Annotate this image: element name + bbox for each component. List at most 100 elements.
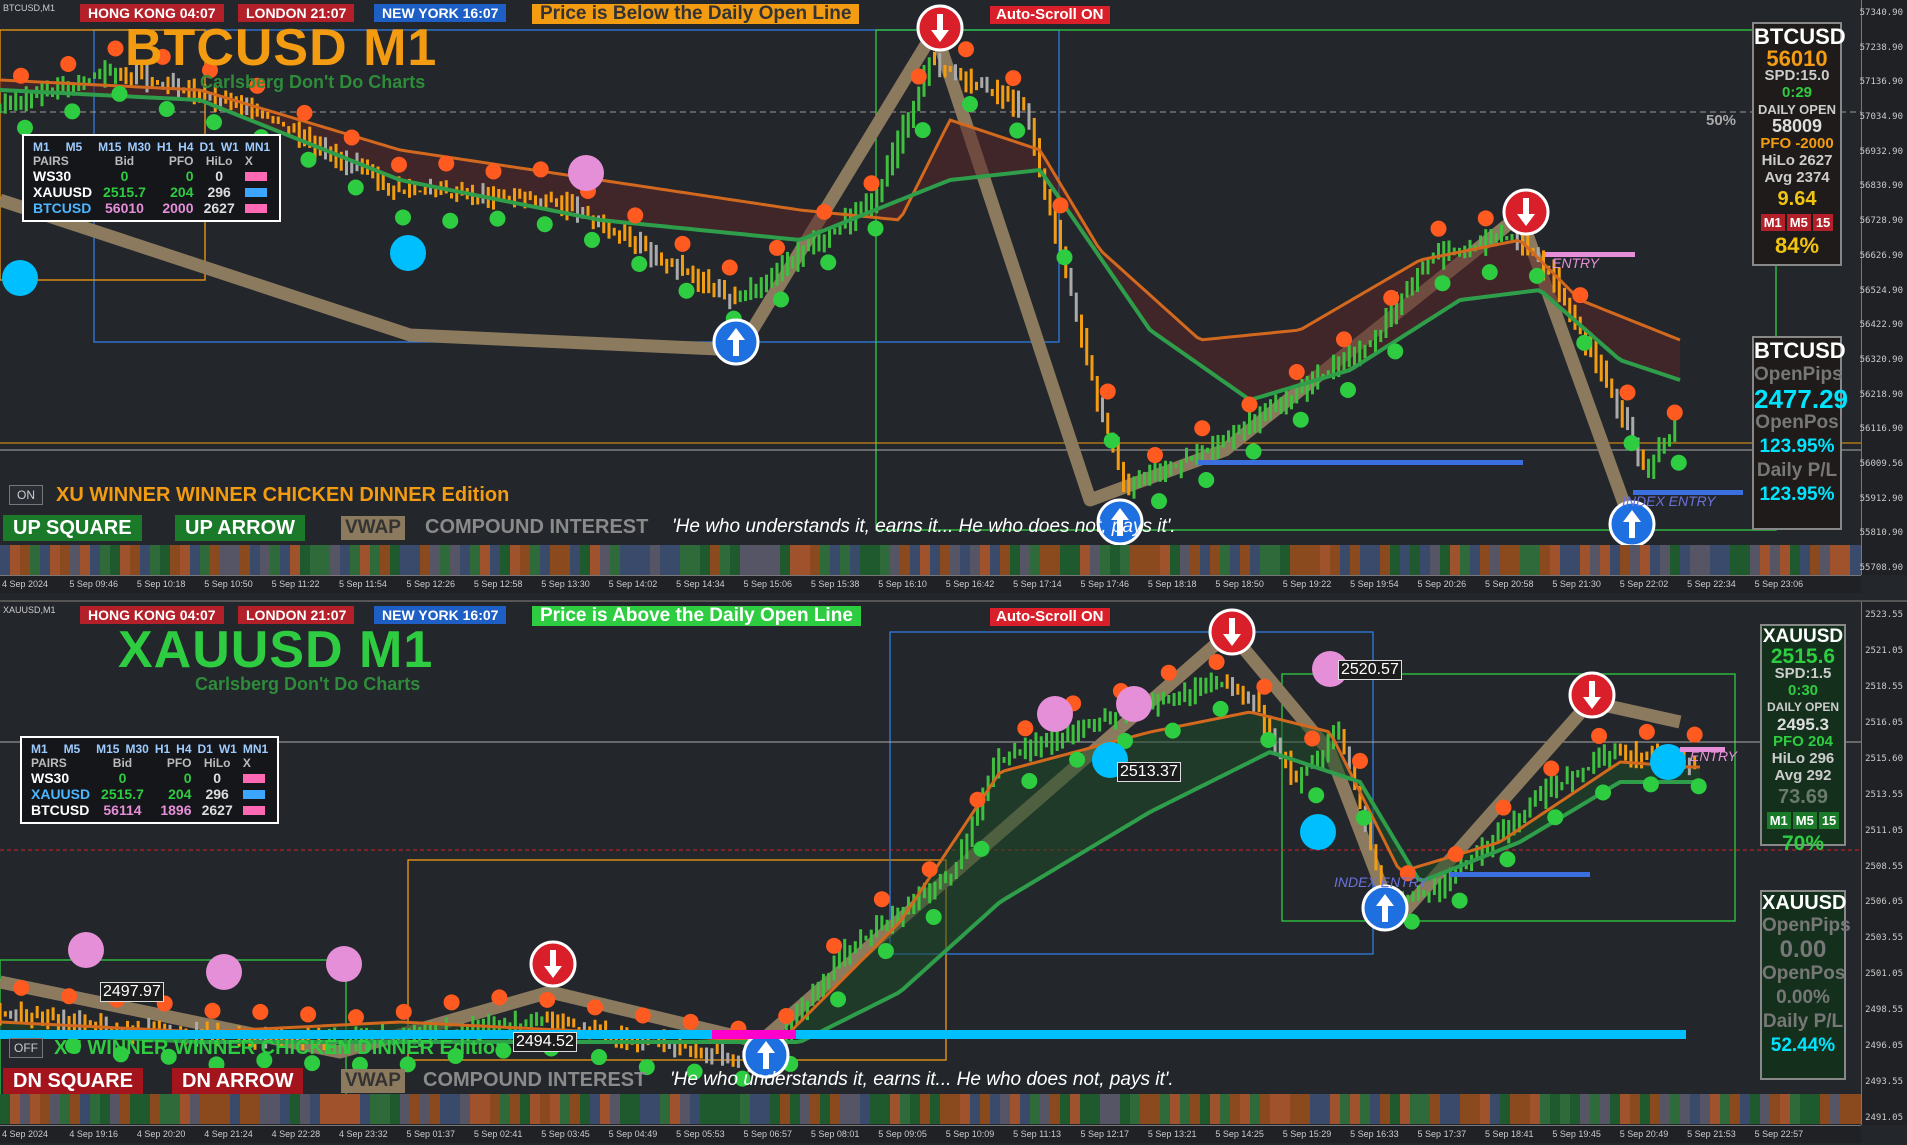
chart-symbol-tag: BTCUSD,M1 <box>3 3 56 13</box>
buy-dot <box>64 103 81 120</box>
price-label: 2513.37 <box>1117 762 1181 782</box>
tf-m30[interactable]: M30 <box>124 140 153 154</box>
tf-m5[interactable]: M5 <box>63 140 96 154</box>
price-tick-label: 56626.90 <box>1859 250 1903 261</box>
buy-dot <box>1164 722 1181 739</box>
tf-m5[interactable]: M5 <box>61 742 94 756</box>
time-tick-label: 5 Sep 22:34 <box>1687 579 1736 589</box>
table-row[interactable]: WS30 0 0 0 <box>30 168 273 184</box>
price-tick-label: 55810.90 <box>1859 528 1903 539</box>
heat-cell <box>1850 1094 1861 1124</box>
btcusd-heat-strip <box>0 545 1861 575</box>
sell-dot <box>863 175 880 192</box>
tf-m30[interactable]: M30 <box>122 742 151 756</box>
pink-signal <box>1116 686 1152 722</box>
autoscroll-button[interactable]: Auto-Scroll ON <box>990 608 1110 626</box>
tf-h1[interactable]: H1 <box>154 140 175 154</box>
daily-open-banner: Price is Above the Daily Open Line <box>532 606 861 626</box>
open-pos-label: OpenPos <box>1762 963 1846 984</box>
buy-dot <box>1642 776 1659 793</box>
dn-arrow-button[interactable]: DN ARROW <box>172 1068 304 1094</box>
price-label: 2497.97 <box>100 982 164 1002</box>
tf-h4[interactable]: H4 <box>173 742 194 756</box>
time-tick-label: 5 Sep 14:34 <box>676 579 725 589</box>
time-tick-label: 5 Sep 06:57 <box>743 1129 793 1139</box>
buy-dot <box>1451 892 1468 909</box>
sell-dot <box>438 155 455 172</box>
table-row[interactable]: XAUUSD 2515.7 204 296 <box>30 184 273 200</box>
sell-dot <box>61 988 78 1005</box>
tf-d1[interactable]: D1 <box>195 742 216 756</box>
daily-pl-value: 52.44% <box>1770 1035 1836 1056</box>
time-tick-label: 5 Sep 19:22 <box>1282 579 1332 589</box>
xauusd-time-axis[interactable]: 4 Sep 2024 4 Sep 19:16 4 Sep 20:20 4 Sep 21… <box>0 1125 1861 1143</box>
buy-dot <box>1198 471 1215 488</box>
header-pairs: PAIRS <box>31 756 67 770</box>
tf-h1[interactable]: H1 <box>152 742 173 756</box>
time-tick-label: 5 Sep 10:50 <box>204 579 253 589</box>
table-row[interactable]: WS30 0 0 0 <box>28 770 271 786</box>
tf-h4[interactable]: H4 <box>175 140 196 154</box>
tf-w1[interactable]: W1 <box>216 742 240 756</box>
pair-name: WS30 <box>31 770 70 786</box>
tf-mn1[interactable]: MN1 <box>240 742 271 756</box>
tf-m15[interactable]: M15 <box>95 140 124 154</box>
tf-m15[interactable]: M15 <box>93 742 122 756</box>
vwap-button[interactable]: VWAP <box>341 1069 405 1093</box>
tf-d1[interactable]: D1 <box>197 140 218 154</box>
buy-dot <box>1308 787 1325 804</box>
btcusd-price-axis[interactable]: 57340.90 57238.90 57136.90 57034.90 56932.90… <box>1859 0 1907 575</box>
tf-m1[interactable]: M1 <box>28 742 61 756</box>
table-row[interactable]: XAUUSD 2515.7 204 296 <box>28 786 271 802</box>
pairs-table: M1 M5 M15 M30 H1 H4 D1 W1 MN1 PAIRS Bid … <box>20 736 280 824</box>
buy-dot <box>206 114 222 131</box>
vwap-button[interactable]: VWAP <box>341 516 405 540</box>
time-tick-label: 5 Sep 23:06 <box>1754 579 1804 589</box>
tf-w1[interactable]: W1 <box>218 140 242 154</box>
buy-dot <box>489 210 506 227</box>
table-row[interactable]: BTCUSD 56010 2000 2627 <box>30 200 273 216</box>
xauusd-price-axis[interactable]: 2523.55 2521.05 2518.55 2516.05 2515.60 2513.… <box>1861 602 1907 1125</box>
sell-dot <box>491 989 508 1006</box>
tf-m1[interactable]: M1 <box>30 140 63 154</box>
buy-dot <box>111 85 128 102</box>
pair-swatch <box>240 802 271 818</box>
info-timer: 0:29 <box>1781 84 1813 101</box>
chart-subtitle: Carlsberg Don't Do Charts <box>200 72 426 92</box>
indicator-toggle-button[interactable]: OFF <box>9 1038 43 1058</box>
pair-hilo: 0 <box>213 770 222 786</box>
pair-swatch <box>240 770 271 786</box>
sell-dot <box>873 891 890 908</box>
btcusd-chart-panel[interactable]: BTCUSD,M1 HONG KONG 04:07 LONDON 21:07 N… <box>0 0 1907 600</box>
pair-pfo: 2000 <box>162 200 194 216</box>
pink-signal <box>1037 696 1073 732</box>
up-arrow-button[interactable]: UP ARROW <box>175 515 305 541</box>
time-tick-label: 5 Sep 18:18 <box>1147 579 1197 589</box>
btcusd-time-axis[interactable]: 4 Sep 2024 5 Sep 09:46 5 Sep 10:18 5 Sep 10… <box>0 575 1861 593</box>
xauusd-chart-panel[interactable]: XAUUSD,M1 HONG KONG 04:07 LONDON 21:07 N… <box>0 600 1907 1145</box>
tf-signal-15: 15 <box>1818 812 1840 829</box>
info-pct: 70% <box>1781 832 1825 855</box>
buy-dot <box>1103 432 1120 449</box>
time-tick-label: 5 Sep 01:37 <box>406 1129 455 1139</box>
time-tick-label: 5 Sep 21:53 <box>1687 1129 1736 1139</box>
up-square-button[interactable]: UP SQUARE <box>3 515 142 541</box>
ema-cloud <box>0 80 1680 400</box>
dn-square-button[interactable]: DN SQUARE <box>3 1068 144 1094</box>
index-entry-label: INDEX ENTRY <box>1334 874 1428 890</box>
autoscroll-button[interactable]: Auto-Scroll ON <box>990 6 1110 24</box>
buy-dot <box>442 212 459 229</box>
sell-dot <box>1160 664 1177 681</box>
indicator-toggle-button[interactable]: ON <box>9 485 43 505</box>
quote-text: 'He who understands it, earns it... He w… <box>672 516 1176 537</box>
price-tick-label: 2496.05 <box>1865 1041 1903 1052</box>
time-tick-label: 4 Sep 23:32 <box>339 1129 388 1139</box>
tf-mn1[interactable]: MN1 <box>242 140 273 154</box>
buy-dot <box>867 220 884 237</box>
sell-dot <box>910 68 927 85</box>
buy-dot <box>1670 454 1687 471</box>
sell-dot <box>1017 720 1034 737</box>
table-row[interactable]: BTCUSD 56114 1896 2627 <box>28 802 271 818</box>
header-x: X <box>244 154 253 168</box>
price-tick-label: 2508.55 <box>1865 861 1903 872</box>
